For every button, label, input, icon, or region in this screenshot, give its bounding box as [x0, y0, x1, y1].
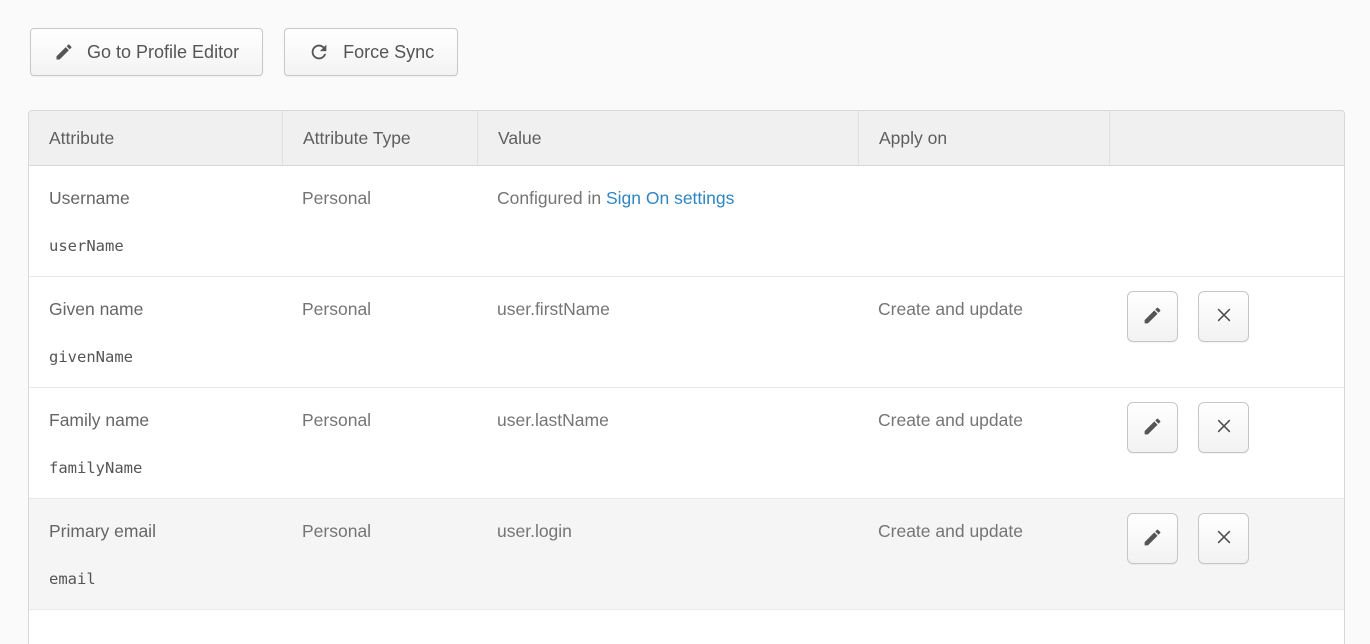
attribute-type-cell: Personal [282, 388, 477, 498]
attribute-mappings-table: Attribute Attribute Type Value Apply on … [28, 110, 1345, 644]
row-actions [1109, 277, 1344, 387]
close-icon [1214, 527, 1234, 550]
value-text: user.firstName [497, 299, 610, 319]
header-attribute: Attribute [29, 111, 282, 165]
attribute-cell: Primary email email [29, 499, 282, 609]
header-attribute-type: Attribute Type [282, 111, 477, 165]
value-text: Configured in [497, 188, 606, 208]
force-sync-button[interactable]: Force Sync [284, 28, 458, 76]
header-value: Value [477, 111, 858, 165]
attribute-type-cell: Personal [282, 499, 477, 609]
go-to-profile-editor-button[interactable]: Go to Profile Editor [30, 28, 263, 76]
row-actions [1109, 388, 1344, 498]
attribute-label: Primary email [49, 520, 262, 542]
attribute-value-cell: user.firstName [477, 277, 858, 387]
delete-attribute-button[interactable] [1198, 291, 1249, 342]
attribute-variable-name: email [49, 568, 262, 590]
edit-icon [1142, 416, 1163, 440]
apply-on-cell: Create and update [858, 277, 1109, 387]
attribute-cell: Given name givenName [29, 277, 282, 387]
attribute-value-cell: Configured in Sign On settings [477, 166, 858, 276]
attribute-label: Given name [49, 298, 262, 320]
table-row: Family name familyName Personal user.las… [29, 388, 1344, 499]
row-actions [1109, 499, 1344, 609]
refresh-icon [308, 41, 330, 63]
toolbar: Go to Profile Editor Force Sync [30, 28, 458, 76]
table-row: Given name givenName Personal user.first… [29, 277, 1344, 388]
sign-on-settings-link[interactable]: Sign On settings [606, 188, 734, 208]
attribute-cell: Username userName [29, 166, 282, 276]
empty-row [29, 610, 1344, 644]
apply-on-cell: Create and update [858, 499, 1109, 609]
attribute-label: Family name [49, 409, 262, 431]
pencil-icon [54, 42, 74, 62]
attribute-variable-name: givenName [49, 346, 262, 368]
delete-attribute-button[interactable] [1198, 513, 1249, 564]
table-header-row: Attribute Attribute Type Value Apply on [29, 111, 1344, 166]
attribute-type-cell: Personal [282, 166, 477, 276]
edit-attribute-button[interactable] [1127, 513, 1178, 564]
apply-on-cell [858, 166, 1109, 276]
force-sync-label: Force Sync [343, 42, 434, 63]
table-body: Username userName Personal Configured in… [29, 166, 1344, 610]
attribute-cell: Family name familyName [29, 388, 282, 498]
edit-icon [1142, 527, 1163, 551]
table-row: Username userName Personal Configured in… [29, 166, 1344, 277]
edit-attribute-button[interactable] [1127, 291, 1178, 342]
value-text: user.login [497, 521, 572, 541]
delete-attribute-button[interactable] [1198, 402, 1249, 453]
attribute-type-cell: Personal [282, 277, 477, 387]
close-icon [1214, 305, 1234, 328]
attribute-value-cell: user.lastName [477, 388, 858, 498]
header-actions [1109, 111, 1344, 165]
header-apply-on: Apply on [858, 111, 1109, 165]
attribute-variable-name: familyName [49, 457, 262, 479]
edit-attribute-button[interactable] [1127, 402, 1178, 453]
close-icon [1214, 416, 1234, 439]
go-to-profile-editor-label: Go to Profile Editor [87, 42, 239, 63]
attribute-label: Username [49, 187, 262, 209]
attribute-variable-name: userName [49, 235, 262, 257]
table-row: Primary email email Personal user.login … [29, 499, 1344, 610]
edit-icon [1142, 305, 1163, 329]
attribute-value-cell: user.login [477, 499, 858, 609]
apply-on-cell: Create and update [858, 388, 1109, 498]
value-text: user.lastName [497, 410, 609, 430]
